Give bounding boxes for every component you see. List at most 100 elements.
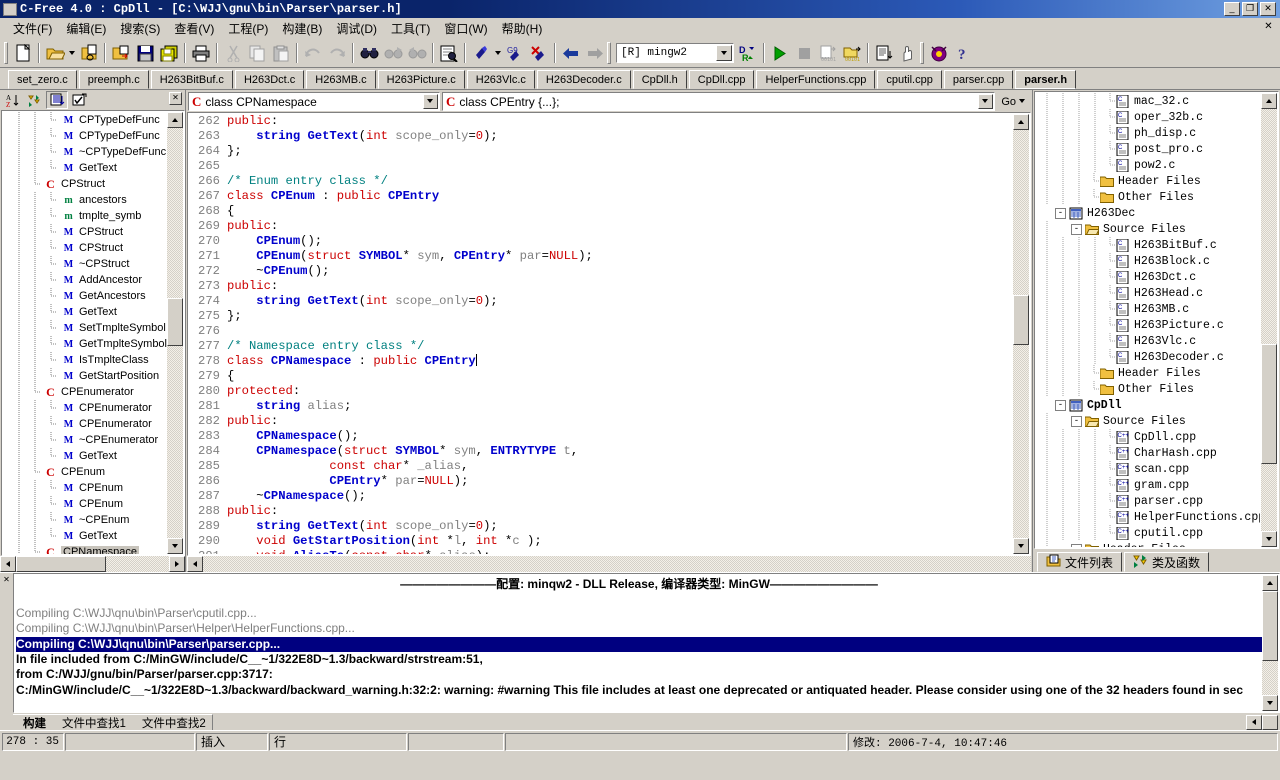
project-tree-node[interactable]: Other Files <box>1036 381 1260 397</box>
class-tree-node[interactable]: M CPEnumerator <box>3 400 167 416</box>
file-tab-set_zero-c[interactable]: set_zero.c <box>8 70 77 89</box>
class-tree-node[interactable]: M ~CPEnumerator <box>3 432 167 448</box>
scroll-down-button[interactable] <box>1261 531 1277 547</box>
rebuild-icon[interactable]: DR <box>736 42 760 65</box>
scroll-up-button[interactable] <box>1262 575 1278 591</box>
tab-classes-functions[interactable]: 类及函数 <box>1124 552 1210 572</box>
file-tab-h263picture-c[interactable]: H263Picture.c <box>377 70 465 89</box>
tab-file-list[interactable]: 文件列表 <box>1037 552 1123 572</box>
class-tree-node[interactable]: m ancestors <box>3 192 167 208</box>
class-tree-node[interactable]: M SetTmplteSymbol <box>3 320 167 336</box>
menu-item-project[interactable]: 工程(P) <box>221 18 275 39</box>
bookmark-dropdown-icon[interactable] <box>493 42 503 65</box>
code-line[interactable]: 270 CPEnum(); <box>189 234 1012 249</box>
code-line[interactable]: 268 { <box>189 204 1012 219</box>
class-tree-node[interactable]: M ~CPEnum <box>3 512 167 528</box>
class-tree-node[interactable]: M GetStartPosition <box>3 368 167 384</box>
code-line[interactable]: 290 void GetStartPosition(int *l, int *c… <box>189 534 1012 549</box>
class-browser-vscrollbar[interactable] <box>167 112 183 554</box>
scroll-thumb[interactable] <box>167 298 183 346</box>
member-selector-combo[interactable]: C class CPEntry {...}; <box>442 92 996 111</box>
class-browser-tree[interactable]: M CPTypeDefFunc M CPTypeDefFunc M ~CPTypeDefF… <box>1 110 185 556</box>
file-tab-parser-cpp[interactable]: parser.cpp <box>943 70 1014 89</box>
editor-vscrollbar[interactable] <box>1013 114 1029 554</box>
project-tree-node[interactable]: - H263Dec <box>1036 205 1260 221</box>
tree-expander-icon[interactable]: - <box>1071 543 1082 547</box>
code-line[interactable]: 285 const char* _alias, <box>189 459 1012 474</box>
project-tree-node[interactable]: Cph_disp.c <box>1036 125 1260 141</box>
find-next-icon[interactable] <box>381 42 405 65</box>
class-tree-node[interactable]: M CPEnumerator <box>3 416 167 432</box>
find-icon[interactable] <box>357 42 381 65</box>
code-line[interactable]: 269 public: <box>189 219 1012 234</box>
menu-item-edit[interactable]: 编辑(E) <box>59 18 113 39</box>
output-line[interactable]: Compiling C:\WJJ\qnu\bin\Parser\cputil.c… <box>16 606 1262 621</box>
project-tree-node[interactable]: Other Files <box>1036 189 1260 205</box>
menu-item-file[interactable]: 文件(F) <box>6 18 59 39</box>
code-editor[interactable]: 262 public: 263 string GetText(int scope_o… <box>187 112 1031 556</box>
output-line[interactable] <box>16 590 1262 605</box>
scroll-left-button[interactable] <box>0 556 16 572</box>
save-icon[interactable] <box>133 42 157 65</box>
project-tree-node[interactable]: C++ scan.cpp <box>1036 461 1260 477</box>
open-dropdown-icon[interactable] <box>67 42 77 65</box>
code-line[interactable]: 276 <box>189 324 1012 339</box>
file-tab-parser-h[interactable]: parser.h <box>1015 70 1077 89</box>
output-close-button[interactable]: ✕ <box>1 575 12 586</box>
project-tree-node[interactable]: Cpow2.c <box>1036 157 1260 173</box>
file-tab-preemph-c[interactable]: preemph.c <box>78 70 149 89</box>
scroll-thumb[interactable] <box>1013 295 1029 345</box>
class-browser-hscrollbar[interactable] <box>0 556 185 572</box>
menu-item-debug[interactable]: 调试(D) <box>329 18 384 39</box>
project-tree-node[interactable]: C H263Picture.c <box>1036 317 1260 333</box>
menu-item-search[interactable]: 搜索(S) <box>113 18 167 39</box>
project-tree-node[interactable]: C H263Decoder.c <box>1036 349 1260 365</box>
scroll-up-button[interactable] <box>1013 114 1029 130</box>
file-tab-cpdll-h[interactable]: CpDll.h <box>632 70 687 89</box>
tree-expander-icon[interactable]: - <box>1055 207 1066 219</box>
class-tree-node[interactable]: M GetText <box>3 528 167 544</box>
project-tree-node[interactable]: C++ gram.cpp <box>1036 477 1260 493</box>
output-tab-build[interactable]: 构建 <box>13 714 53 730</box>
scroll-thumb[interactable] <box>1262 591 1278 661</box>
code-line[interactable]: 286 CPEntry* par=NULL); <box>189 474 1012 489</box>
project-tree-node[interactable]: C H263BitBuf.c <box>1036 237 1260 253</box>
output-line[interactable]: C:/MinGW/include/C__~1/322E8D~1.3/backwa… <box>16 683 1262 698</box>
code-line[interactable]: 289 string GetText(int scope_only=0); <box>189 519 1012 534</box>
scroll-hthumb[interactable] <box>16 556 106 572</box>
scroll-up-button[interactable] <box>1261 93 1277 109</box>
clear-bookmarks-icon[interactable] <box>527 42 551 65</box>
build-log-icon[interactable] <box>872 42 896 65</box>
nav-back-icon[interactable] <box>559 42 583 65</box>
project-tree-node[interactable]: Header Files <box>1036 173 1260 189</box>
class-tree-node[interactable]: C CPEnum <box>3 464 167 480</box>
open-file-icon[interactable] <box>43 42 67 65</box>
project-tree-node[interactable]: C H263Head.c <box>1036 285 1260 301</box>
output-tab-find-in-files-2[interactable]: 文件中查找2 <box>131 714 213 730</box>
group-by-type-icon[interactable] <box>46 91 68 109</box>
project-tree-node[interactable]: C++ CpDll.cpp <box>1036 429 1260 445</box>
output-line[interactable]: ————————配置: minqw2 - DLL Release, 编译器类型:… <box>16 575 1262 591</box>
class-tree-node[interactable]: M ~CPTypeDefFunc <box>3 144 167 160</box>
project-tree-node[interactable]: C H263Vlc.c <box>1036 333 1260 349</box>
project-tree-node[interactable]: C++ CharHash.cpp <box>1036 445 1260 461</box>
code-line[interactable]: 283 CPNamespace(); <box>189 429 1012 444</box>
find-in-files-icon[interactable] <box>437 42 461 65</box>
class-browser-close-button[interactable]: ✕ <box>169 92 182 105</box>
project-tree-node[interactable]: C H263MB.c <box>1036 301 1260 317</box>
tree-expander-icon[interactable]: - <box>1071 415 1082 427</box>
browser-settings-icon[interactable] <box>68 91 90 109</box>
minimize-button[interactable]: _ <box>1224 2 1240 16</box>
scroll-track[interactable] <box>1262 591 1278 695</box>
code-line[interactable]: 282 public: <box>189 414 1012 429</box>
tree-expander-icon[interactable]: - <box>1071 223 1082 235</box>
code-line[interactable]: 280 protected: <box>189 384 1012 399</box>
code-line[interactable]: 287 ~CPNamespace(); <box>189 489 1012 504</box>
file-tab-cpdll-cpp[interactable]: CpDll.cpp <box>688 70 755 89</box>
code-line[interactable]: 265 <box>189 159 1012 174</box>
project-tree-node[interactable]: Cpost_pro.c <box>1036 141 1260 157</box>
build-config-dropdown-icon[interactable] <box>716 45 732 61</box>
class-tree-node[interactable]: M GetTmplteSymbol <box>3 336 167 352</box>
class-tree-node[interactable]: M CPEnum <box>3 496 167 512</box>
sort-alpha-icon[interactable]: AZ <box>2 91 24 109</box>
